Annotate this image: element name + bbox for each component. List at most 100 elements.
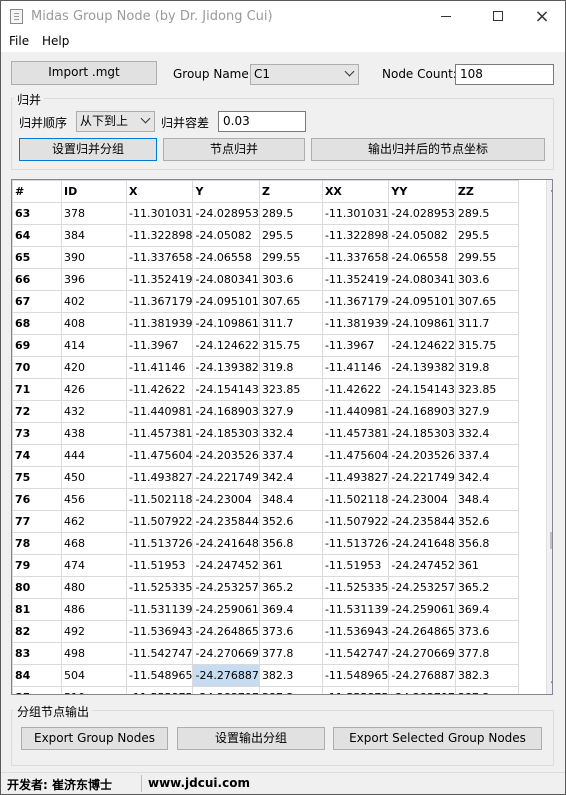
row-header[interactable]: 70	[12, 356, 62, 379]
table-cell[interactable]: -11.440981	[321, 400, 390, 423]
close-button[interactable]: ×	[519, 1, 565, 32]
table-cell[interactable]: -24.253257	[388, 576, 456, 599]
table-cell[interactable]: 390	[61, 246, 127, 269]
table-cell[interactable]: -11.525335	[321, 576, 390, 599]
table-cell[interactable]: -11.493827	[321, 466, 390, 489]
table-cell[interactable]: 498	[61, 642, 127, 665]
table-cell[interactable]: 361	[258, 554, 323, 577]
table-cell[interactable]: -11.381939	[321, 312, 390, 335]
table-cell[interactable]: 450	[61, 466, 127, 489]
table-cell[interactable]: 315.75	[258, 334, 323, 357]
table-cell[interactable]: -24.124622	[192, 334, 260, 357]
table-cell[interactable]: -11.475604	[125, 444, 194, 467]
table-cell[interactable]: -11.440981	[125, 400, 194, 423]
row-header[interactable]: 85	[12, 686, 62, 694]
table-cell[interactable]: 327.9	[454, 400, 519, 423]
table-cell[interactable]: -24.23004	[388, 488, 456, 511]
table-cell[interactable]: -11.337658	[321, 246, 390, 269]
table-row[interactable]: 71 426 -11.42622 -24.154143 323.85 -11.42622-…	[12, 378, 519, 401]
table-cell[interactable]: 438	[61, 422, 127, 445]
column-header[interactable]: Z	[258, 180, 323, 203]
table-cell[interactable]: -24.080341	[388, 268, 456, 291]
table-cell[interactable]: 365.2	[454, 576, 519, 599]
table-cell[interactable]: 426	[61, 378, 127, 401]
set-merge-group-button[interactable]: 设置归并分组	[19, 138, 157, 161]
export-merged-coords-button[interactable]: 输出归并后的节点坐标	[311, 138, 545, 161]
merge-tolerance-field[interactable]: 0.03	[218, 111, 306, 132]
row-header[interactable]: 72	[12, 400, 62, 423]
table-cell[interactable]: 311.7	[454, 312, 519, 335]
merge-nodes-button[interactable]: 节点归并	[163, 138, 305, 161]
table-cell[interactable]: -24.259061	[388, 598, 456, 621]
table-row[interactable]: 74 444 -11.475604 -24.203526 337.4 -11.475604…	[12, 444, 519, 467]
table-cell[interactable]: -24.028953	[388, 202, 456, 225]
import-mgt-button[interactable]: Import .mgt	[11, 61, 157, 85]
table-cell[interactable]: 474	[61, 554, 127, 577]
table-row[interactable]: 70 420 -11.41146 -24.139382 319.8 -11.41146 -2…	[12, 356, 519, 379]
table-row[interactable]: 72 432 -11.440981 -24.168903 327.9 -11.440981…	[12, 400, 519, 423]
table-cell[interactable]: -24.154143	[388, 378, 456, 401]
table-row[interactable]: 75 450 -11.493827 -24.221749 342.4 -11.493827…	[12, 466, 519, 489]
table-cell[interactable]: 311.7	[258, 312, 323, 335]
scroll-thumb[interactable]	[550, 532, 552, 549]
table-cell[interactable]: -24.235844	[192, 510, 260, 533]
table-cell[interactable]: -24.276887	[192, 664, 260, 687]
table-cell[interactable]: 387.3	[454, 686, 519, 694]
table-cell[interactable]: 492	[61, 620, 127, 643]
row-header[interactable]: 75	[12, 466, 62, 489]
row-header[interactable]: 78	[12, 532, 62, 555]
table-cell[interactable]: 332.4	[258, 422, 323, 445]
table-cell[interactable]: 352.6	[258, 510, 323, 533]
table-cell[interactable]: 342.4	[258, 466, 323, 489]
table-cell[interactable]: -11.42622	[125, 378, 194, 401]
row-header[interactable]: 73	[12, 422, 62, 445]
table-cell[interactable]: -24.259061	[192, 598, 260, 621]
column-header[interactable]: ID	[61, 180, 127, 203]
row-header[interactable]: 80	[12, 576, 62, 599]
group-name-select[interactable]: C1	[250, 64, 359, 85]
table-cell[interactable]: -11.301031	[321, 202, 390, 225]
table-cell[interactable]: -11.337658	[125, 246, 194, 269]
table-cell[interactable]: -24.05082	[192, 224, 260, 247]
table-cell[interactable]: -24.06558	[192, 246, 260, 269]
row-header[interactable]: 82	[12, 620, 62, 643]
table-cell[interactable]: 319.8	[454, 356, 519, 379]
table-cell[interactable]: -11.41146	[321, 356, 390, 379]
scroll-down-icon[interactable]	[550, 677, 552, 687]
table-row[interactable]: 80 480 -11.525335 -24.253257 365.2 -11.525335…	[12, 576, 519, 599]
table-cell[interactable]: 462	[61, 510, 127, 533]
table-cell[interactable]: -11.51953	[321, 554, 390, 577]
table-cell[interactable]: -24.154143	[192, 378, 260, 401]
table-cell[interactable]: 289.5	[454, 202, 519, 225]
table-cell[interactable]: -11.542747	[125, 642, 194, 665]
table-cell[interactable]: -24.270669	[192, 642, 260, 665]
table-row[interactable]: 81 486 -11.531139 -24.259061 369.4 -11.531139…	[12, 598, 519, 621]
table-cell[interactable]: 352.6	[454, 510, 519, 533]
table-cell[interactable]: -11.3967	[125, 334, 194, 357]
table-row[interactable]: 84 504 -11.548965 -24.276887 382.3 -11.548965…	[12, 664, 519, 687]
row-header[interactable]: 64	[12, 224, 62, 247]
table-cell[interactable]: 377.8	[258, 642, 323, 665]
table-cell[interactable]: -24.139382	[192, 356, 260, 379]
table-cell[interactable]: 319.8	[258, 356, 323, 379]
row-header[interactable]: 66	[12, 268, 62, 291]
table-cell[interactable]: -11.542747	[321, 642, 390, 665]
table-cell[interactable]: 299.55	[454, 246, 519, 269]
table-cell[interactable]: -24.241648	[192, 532, 260, 555]
table-cell[interactable]: -24.253257	[192, 576, 260, 599]
table-row[interactable]: 67 402 -11.367179 -24.095101 307.65 -11.36717…	[12, 290, 519, 313]
table-cell[interactable]: 303.6	[454, 268, 519, 291]
table-cell[interactable]: -11.367179	[125, 290, 194, 313]
row-header[interactable]: 74	[12, 444, 62, 467]
table-cell[interactable]: -11.352419	[125, 268, 194, 291]
table-cell[interactable]: -24.270669	[388, 642, 456, 665]
table-cell[interactable]: -11.502118	[321, 488, 390, 511]
table-cell[interactable]: -24.276887	[388, 664, 456, 687]
table-cell[interactable]: 289.5	[258, 202, 323, 225]
table-cell[interactable]: 307.65	[454, 290, 519, 313]
column-header[interactable]: #	[12, 180, 62, 203]
table-cell[interactable]: -24.168903	[388, 400, 456, 423]
table-cell[interactable]: -24.203526	[192, 444, 260, 467]
table-cell[interactable]: -11.555875	[125, 686, 194, 694]
website-link[interactable]: www.jdcui.com	[148, 776, 250, 790]
